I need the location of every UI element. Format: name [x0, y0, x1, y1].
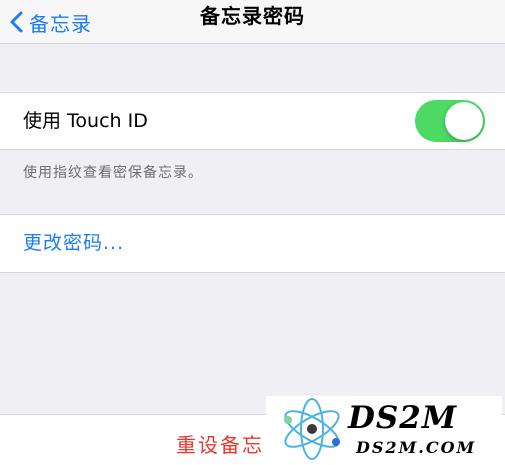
watermark: DS2M DS2M.COM [266, 396, 502, 462]
navigation-bar: 备忘录 备忘录密码 [0, 0, 505, 44]
page-title: 备忘录密码 [200, 4, 305, 28]
atom-logo-icon [276, 398, 348, 460]
touch-id-toggle[interactable] [415, 100, 485, 142]
change-password-link[interactable]: 更改密码... [23, 215, 124, 272]
change-password-cell[interactable]: 更改密码... [0, 214, 505, 273]
watermark-domain: DS2M.COM [356, 438, 477, 457]
touch-id-footnote: 使用指纹查看密保备忘录。 [23, 165, 203, 181]
touch-id-label: 使用 Touch ID [23, 110, 148, 132]
watermark-brand: DS2M [348, 400, 458, 436]
reset-password-button[interactable]: 重设备忘 [176, 429, 264, 458]
touch-id-cell: 使用 Touch ID [0, 92, 505, 150]
toggle-knob [445, 102, 483, 140]
